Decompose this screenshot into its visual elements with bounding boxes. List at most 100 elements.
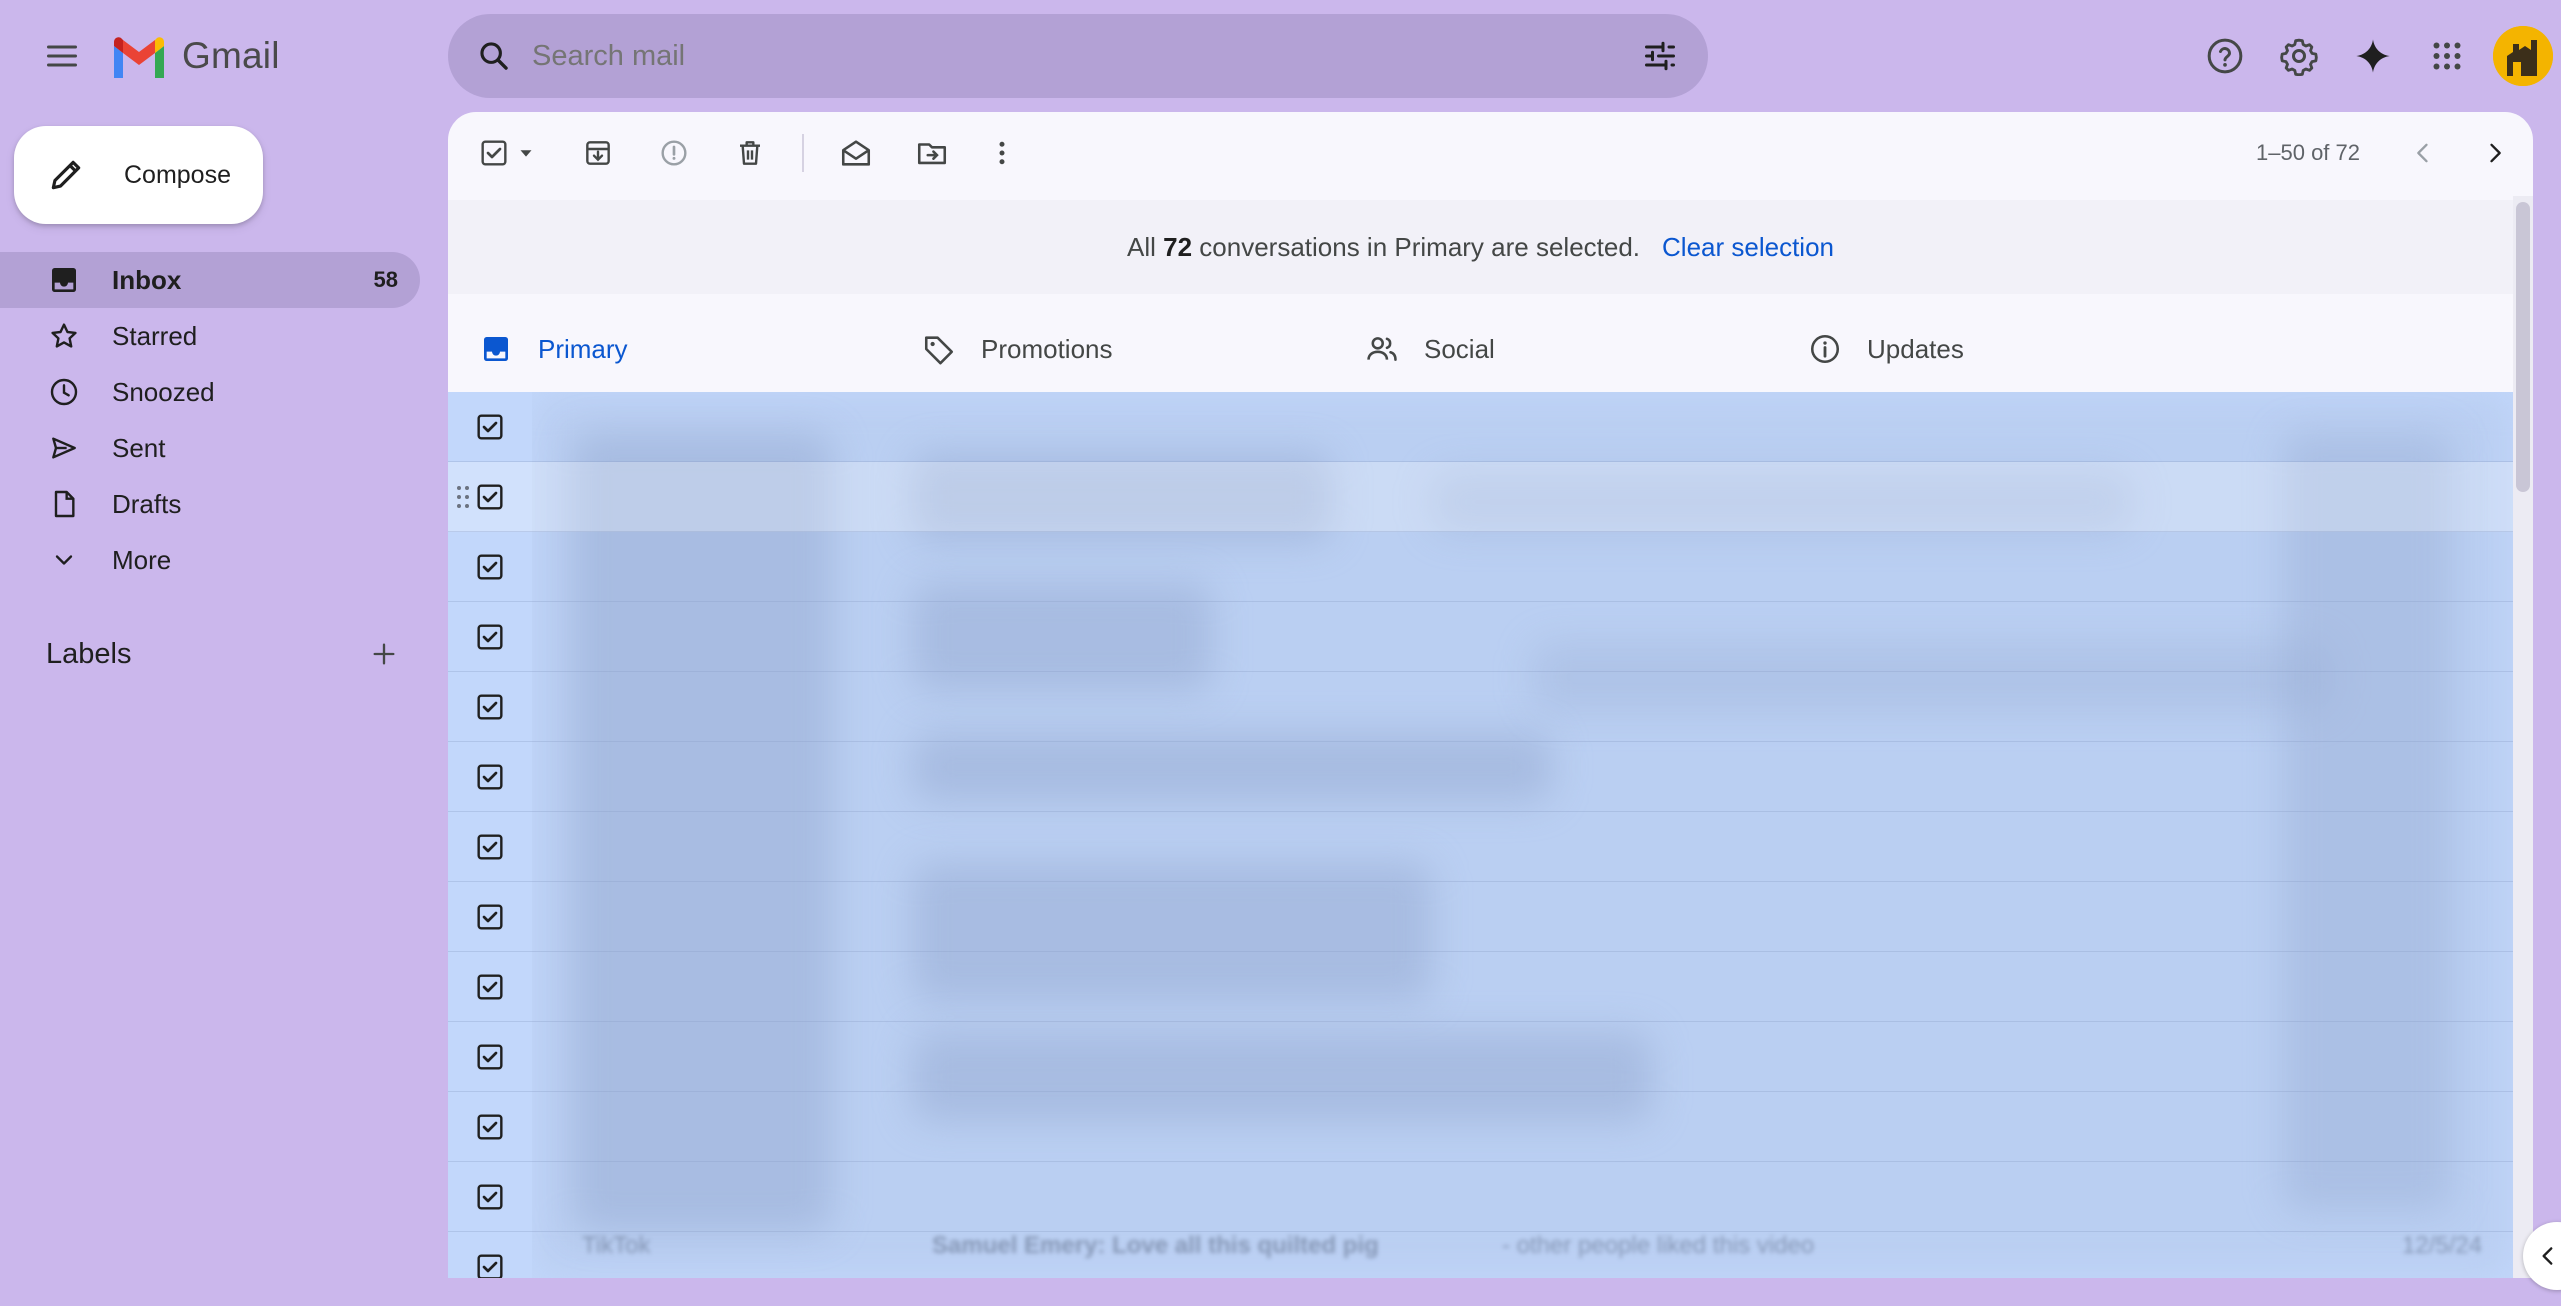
tab-social[interactable]: Social [1334,294,1777,404]
table-row[interactable] [448,392,2513,462]
tag-icon [919,329,959,369]
tab-label: Promotions [981,333,1113,364]
gmail-m-icon [114,37,164,78]
tab-label: Social [1424,333,1495,364]
send-icon [44,428,84,468]
info-icon [1805,329,1845,369]
add-label-icon[interactable] [362,632,406,676]
gmail-logo[interactable]: Gmail [110,28,280,84]
chevron-down-icon [44,540,84,580]
table-row[interactable] [448,882,2513,952]
table-row[interactable] [448,1162,2513,1232]
category-tabs: Primary Promotions Social Updates [448,294,2513,404]
mail-toolbar: 1–50 of 72 [448,112,2533,194]
tab-label: Updates [1867,333,1964,364]
older-page-chevron-right-icon[interactable] [2471,129,2519,177]
compose-label: Compose [124,160,231,189]
row-checkbox[interactable] [470,407,510,447]
search-options-icon[interactable] [1636,32,1684,80]
inbox-icon [44,260,84,300]
row-checkbox[interactable] [470,757,510,797]
table-row[interactable] [448,1092,2513,1162]
account-avatar[interactable] [2493,26,2553,86]
sidebar-item-drafts[interactable]: Drafts [0,476,420,532]
row-checkbox[interactable] [470,827,510,867]
table-row[interactable] [448,532,2513,602]
pencil-icon [44,153,88,197]
mail-panel: 1–50 of 72 All 72 conversations in Prima… [448,112,2533,1278]
sidebar-nav: Inbox 58 Starred Snoozed Sent Drafts Mor… [0,252,420,588]
sidebar-item-more[interactable]: More [0,532,420,588]
row-checkbox[interactable] [470,547,510,587]
tab-updates[interactable]: Updates [1777,294,2220,404]
sidebar-item-label: Starred [112,320,198,351]
select-options-dropdown-icon[interactable] [510,129,542,177]
gemini-sparkle-icon[interactable] [2339,22,2407,90]
clock-icon [44,372,84,412]
settings-gear-icon[interactable] [2265,22,2333,90]
unread-count: 58 [373,267,398,292]
more-vert-icon[interactable] [978,129,1026,177]
table-row[interactable] [448,462,2513,532]
sidebar-item-label: Inbox [112,264,182,295]
row-checkbox[interactable] [470,897,510,937]
row-checkbox[interactable] [470,1177,510,1217]
scrollbar-thumb[interactable] [2516,202,2530,492]
sidebar-item-label: Snoozed [112,376,215,407]
sidebar-item-inbox[interactable]: Inbox 58 [0,252,420,308]
report-spam-icon[interactable] [650,129,698,177]
sidebar-item-snoozed[interactable]: Snoozed [0,364,420,420]
apps-grid-icon[interactable] [2413,22,2481,90]
labels-section-header: Labels [46,632,406,676]
table-row[interactable] [448,952,2513,1022]
sidebar-item-starred[interactable]: Starred [0,308,420,364]
selection-message: All 72 conversations in Primary are sele… [1127,232,1640,263]
table-row[interactable] [448,812,2513,882]
newer-page-chevron-left-icon[interactable] [2399,129,2447,177]
selection-suffix: conversations in Primary are selected. [1199,231,1641,262]
compose-button[interactable]: Compose [14,126,263,224]
selection-banner: All 72 conversations in Primary are sele… [448,200,2513,294]
sidebar-item-sent[interactable]: Sent [0,420,420,476]
sidebar-item-label: Sent [112,432,166,463]
help-icon[interactable] [2191,22,2259,90]
table-row[interactable] [448,672,2513,742]
tab-promotions[interactable]: Promotions [891,294,1334,404]
row-checkbox[interactable] [470,687,510,727]
row-checkbox[interactable] [470,477,510,517]
toolbar-divider [802,134,804,172]
star-icon [44,316,84,356]
sidebar-item-label: More [112,544,172,575]
selection-prefix: All [1126,231,1156,262]
email-list: TikTok Samuel Emery: Love all this quilt… [448,392,2513,1278]
row-checkbox[interactable] [470,1247,510,1278]
row-checkbox[interactable] [470,1037,510,1077]
selection-count: 72 [1163,231,1193,262]
sidebar-item-label: Drafts [112,488,182,519]
table-row[interactable] [448,742,2513,812]
archive-icon[interactable] [574,129,622,177]
tab-label: Primary [538,333,628,364]
row-checkbox[interactable] [470,617,510,657]
table-row[interactable] [448,602,2513,672]
delete-icon[interactable] [726,129,774,177]
draft-icon [44,484,84,524]
row-checkbox[interactable] [470,1107,510,1147]
search-bar[interactable] [448,14,1708,98]
list-scrollbar[interactable] [2513,196,2533,1278]
clear-selection-link[interactable]: Clear selection [1662,232,1834,263]
move-to-icon[interactable] [908,129,956,177]
search-icon[interactable] [470,32,518,80]
labels-title: Labels [46,637,132,670]
table-row[interactable] [448,1232,2513,1278]
tab-primary[interactable]: Primary [448,294,891,404]
top-right-controls [2185,22,2553,90]
people-icon [1362,329,1402,369]
search-input[interactable] [532,39,1636,73]
mark-as-read-icon[interactable] [832,129,880,177]
table-row[interactable] [448,1022,2513,1092]
row-checkbox[interactable] [470,967,510,1007]
pagination-range: 1–50 of 72 [2256,140,2360,165]
hamburger-icon [47,45,77,67]
main-menu-button[interactable] [30,24,94,88]
